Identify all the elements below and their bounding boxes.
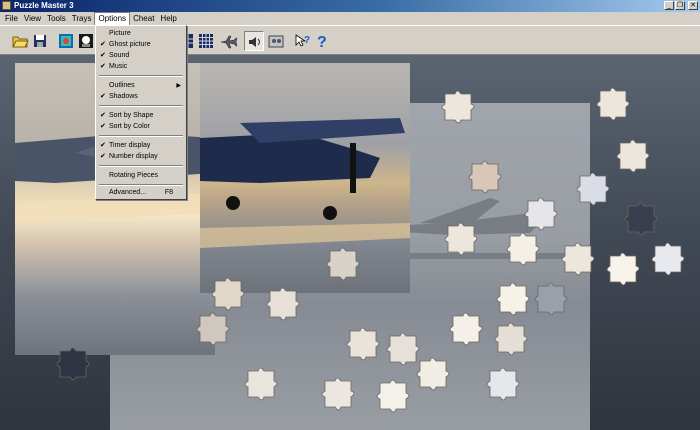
minimize-button[interactable]: _ — [664, 1, 674, 10]
menu-view[interactable]: View — [21, 12, 44, 25]
menu-help[interactable]: Help — [157, 12, 179, 25]
title-bar: Puzzle Master 3 _ ❐ ✕ — [0, 0, 700, 12]
menu-options[interactable]: Options — [94, 12, 131, 25]
menu-item-advanced[interactable]: Advanced... F8 — [97, 187, 185, 198]
menu-separator — [99, 165, 183, 167]
menu-separator — [99, 105, 183, 107]
open-icon[interactable] — [10, 31, 30, 51]
menu-item-rotating-pieces[interactable]: Rotating Pieces — [97, 170, 185, 181]
svg-text:?: ? — [304, 35, 310, 46]
speaker-icon[interactable] — [244, 31, 264, 51]
check-icon: ✔ — [100, 111, 106, 119]
menu-trays[interactable]: Trays — [69, 12, 95, 25]
check-icon: ✔ — [100, 40, 106, 48]
help-icon[interactable]: ? — [312, 31, 332, 51]
menu-separator — [99, 135, 183, 137]
menu-tools[interactable]: Tools — [44, 12, 69, 25]
picture-icon[interactable] — [56, 31, 76, 51]
check-icon: ✔ — [100, 92, 106, 100]
check-icon: ✔ — [100, 152, 106, 160]
ghost-picture-icon[interactable] — [76, 31, 96, 51]
menu-bar: File View Tools Trays Options Cheat Help — [0, 12, 700, 25]
menu-item-picture[interactable]: Picture — [97, 28, 185, 39]
restore-button[interactable]: ❐ — [675, 1, 685, 10]
menu-item-shadows[interactable]: ✔ Shadows — [97, 91, 185, 102]
menu-cheat[interactable]: Cheat — [130, 12, 157, 25]
menu-item-number-display[interactable]: ✔ Number display — [97, 151, 185, 162]
menu-item-music[interactable]: ✔ Music — [97, 61, 185, 72]
options-menu: Picture ✔ Ghost picture ✔ Sound ✔ Music … — [95, 25, 187, 200]
check-icon: ✔ — [100, 62, 106, 70]
check-icon: ✔ — [100, 141, 106, 149]
menu-item-sort-by-shape[interactable]: ✔ Sort by Shape — [97, 110, 185, 121]
menu-item-sound[interactable]: ✔ Sound — [97, 50, 185, 61]
pieces-tray-icon[interactable] — [266, 31, 286, 51]
close-button[interactable]: ✕ — [688, 1, 698, 10]
svg-text:?: ? — [317, 34, 327, 51]
menu-file[interactable]: File — [2, 12, 21, 25]
menu-separator — [99, 184, 183, 186]
menu-item-timer-display[interactable]: ✔ Timer display — [97, 140, 185, 151]
check-icon: ✔ — [100, 122, 106, 130]
menu-item-sort-by-color[interactable]: ✔ Sort by Color — [97, 121, 185, 132]
save-icon[interactable] — [30, 31, 50, 51]
window-title: Puzzle Master 3 — [14, 1, 74, 10]
menu-item-outlines[interactable]: Outlines ▶ — [97, 80, 185, 91]
submenu-arrow-icon: ▶ — [176, 82, 181, 89]
app-icon — [2, 1, 11, 10]
check-icon: ✔ — [100, 51, 106, 59]
whats-this-icon[interactable]: ? — [292, 31, 312, 51]
menu-item-ghost-picture[interactable]: ✔ Ghost picture — [97, 39, 185, 50]
shortcut-label: F8 — [164, 189, 173, 196]
grid-large-icon[interactable] — [196, 31, 216, 51]
airplane-icon[interactable] — [218, 31, 238, 51]
menu-separator — [99, 75, 183, 77]
